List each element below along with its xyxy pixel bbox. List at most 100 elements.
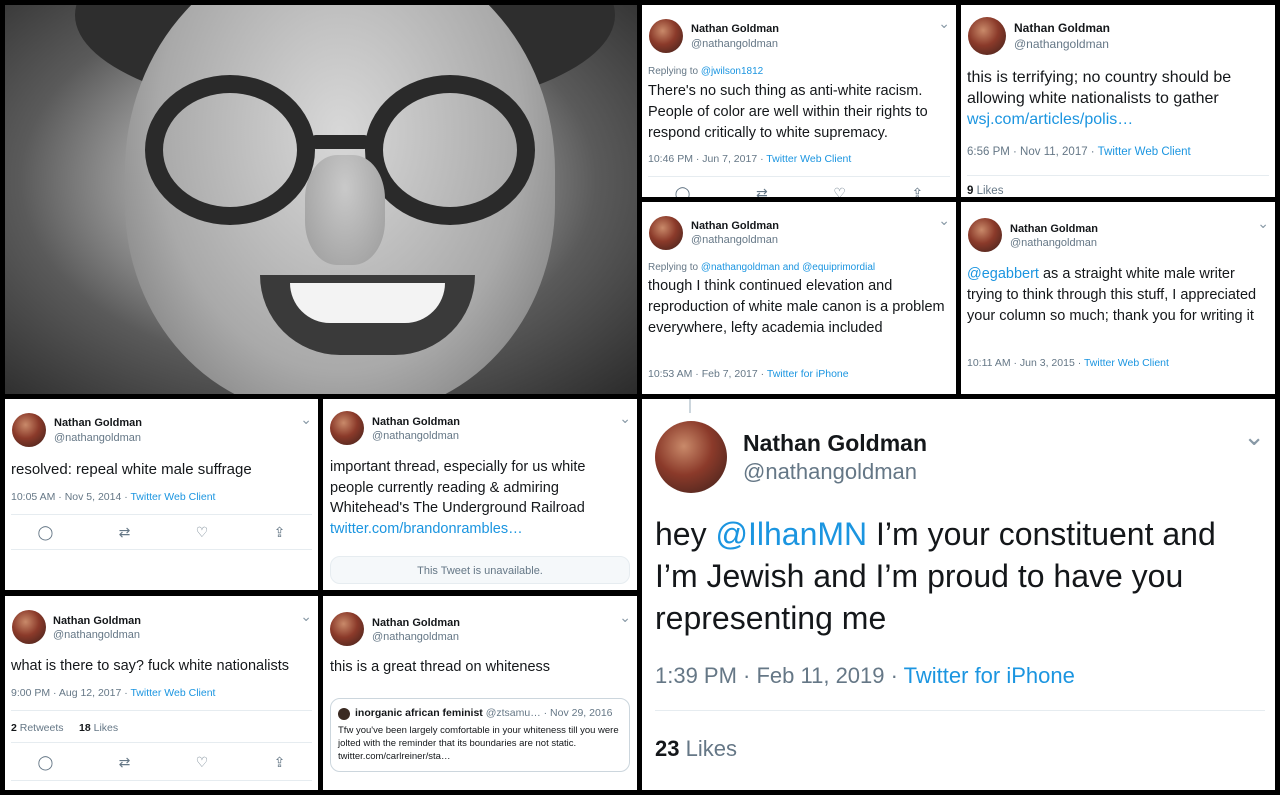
author-handle[interactable]: @nathangoldman — [691, 234, 778, 246]
author-handle[interactable]: @nathangoldman — [743, 459, 917, 485]
mention-link[interactable]: @IlhanMN — [715, 516, 867, 552]
mention-link[interactable]: @egabbert — [967, 266, 1039, 282]
divider — [11, 710, 312, 711]
author-handle[interactable]: @nathangoldman — [54, 432, 141, 444]
author-name[interactable]: Nathan Goldman — [54, 417, 142, 429]
tweet-text: this is terrifying; no country should be… — [967, 69, 1232, 128]
share-icon[interactable]: ⇪ — [274, 524, 286, 541]
tweet-text: @egabbert as a straight white male write… — [967, 266, 1257, 324]
tweet-source-link[interactable]: Twitter Web Client — [1098, 146, 1191, 158]
tweet-card[interactable]: Nathan Goldman @nathangoldman ⌄ Replying… — [642, 202, 956, 394]
divider — [967, 175, 1269, 176]
tweet-source-link[interactable]: Twitter for iPhone — [904, 663, 1075, 688]
chevron-down-icon[interactable]: ⌄ — [300, 411, 312, 428]
author-handle[interactable]: @nathangoldman — [372, 430, 459, 442]
author-name[interactable]: Nathan Goldman — [691, 23, 779, 35]
chevron-down-icon[interactable]: ⌄ — [300, 608, 312, 625]
author-name[interactable]: Nathan Goldman — [372, 617, 460, 629]
tweet-timestamp: 9:00 PM · Aug 12, 2017 · Twitter Web Cli… — [11, 687, 216, 699]
share-icon[interactable]: ⇪ — [274, 754, 286, 771]
avatar[interactable] — [649, 19, 683, 53]
divider — [648, 176, 950, 177]
author-name[interactable]: Nathan Goldman — [1014, 21, 1110, 35]
tweet-source-link[interactable]: Twitter Web Client — [130, 687, 215, 699]
chevron-down-icon[interactable]: ⌄ — [938, 15, 950, 32]
tweet-source-link[interactable]: Twitter Web Client — [1084, 357, 1169, 369]
retweet-icon[interactable]: ⇄ — [756, 185, 768, 197]
author-name[interactable]: Nathan Goldman — [53, 615, 141, 627]
divider — [11, 514, 312, 515]
retweet-icon[interactable]: ⇄ — [119, 754, 131, 771]
tweet-timestamp: 10:46 PM · Jun 7, 2017 · Twitter Web Cli… — [648, 153, 852, 165]
tweet-card[interactable]: Nathan Goldman @nathangoldman ⌄ hey @Ilh… — [642, 399, 1275, 790]
reply-mention-link[interactable]: @jwilson1812 — [701, 66, 763, 77]
author-handle[interactable]: @nathangoldman — [372, 631, 459, 643]
chevron-down-icon[interactable]: ⌄ — [619, 609, 631, 626]
chevron-down-icon[interactable]: ⌄ — [1243, 421, 1265, 452]
tweet-card[interactable]: Nathan Goldman @nathangoldman this is te… — [961, 5, 1275, 197]
tweet-card[interactable]: Nathan Goldman @nathangoldman ⌄ this is … — [323, 596, 637, 790]
reply-icon[interactable]: ◯ — [38, 754, 54, 771]
reply-icon[interactable]: ◯ — [675, 185, 691, 197]
tweet-actions: ◯ ⇄ ♡ ⇪ — [5, 524, 318, 541]
chevron-down-icon[interactable]: ⌄ — [938, 212, 950, 229]
tweet-text: what is there to say? fuck white nationa… — [11, 658, 290, 674]
author-name[interactable]: Nathan Goldman — [743, 430, 927, 457]
quoted-author-name[interactable]: inorganic african feminist — [355, 707, 483, 719]
profile-photo — [5, 5, 637, 394]
author-name[interactable]: Nathan Goldman — [372, 416, 460, 428]
thread-line — [689, 399, 691, 413]
tweet-card[interactable]: Nathan Goldman @nathangoldman ⌄ importan… — [323, 399, 637, 590]
tweet-text: important thread, especially for us whit… — [330, 459, 586, 537]
avatar[interactable] — [330, 612, 364, 646]
author-handle[interactable]: @nathangoldman — [1010, 237, 1097, 249]
retweets-count[interactable]: 2 Retweets — [11, 722, 64, 734]
likes-count[interactable]: 9 Likes — [967, 185, 1003, 197]
unavailable-tweet-notice: This Tweet is unavailable. — [330, 556, 630, 584]
tweet-link[interactable]: wsj.com/articles/polis… — [967, 111, 1133, 128]
tweet-timestamp: 1:39 PM · Feb 11, 2019 · Twitter for iPh… — [655, 663, 1075, 688]
avatar[interactable] — [12, 610, 46, 644]
author-handle[interactable]: @nathangoldman — [691, 38, 778, 50]
likes-count[interactable]: 18 Likes — [79, 722, 118, 734]
replying-to: Replying to @nathangoldman and @equiprim… — [648, 262, 876, 273]
replying-to: Replying to @jwilson1812 — [648, 66, 764, 77]
chevron-down-icon[interactable]: ⌄ — [619, 410, 631, 427]
tweet-card[interactable]: Nathan Goldman @nathangoldman ⌄ Replying… — [642, 5, 956, 197]
tweet-card[interactable]: Nathan Goldman @nathangoldman ⌄ @egabber… — [961, 202, 1275, 394]
tweet-timestamp: 6:56 PM · Nov 11, 2017 · Twitter Web Cli… — [967, 146, 1191, 158]
tweet-timestamp: 10:05 AM · Nov 5, 2014 · Twitter Web Cli… — [11, 491, 216, 503]
chevron-down-icon[interactable]: ⌄ — [1257, 215, 1269, 232]
author-handle[interactable]: @nathangoldman — [1014, 37, 1109, 51]
divider — [11, 742, 312, 743]
tweet-source-link[interactable]: Twitter Web Client — [130, 491, 215, 503]
tweet-source-link[interactable]: Twitter Web Client — [766, 153, 851, 165]
like-icon[interactable]: ♡ — [196, 754, 209, 771]
tweet-link[interactable]: twitter.com/brandonrambles… — [330, 521, 523, 537]
avatar[interactable] — [330, 411, 364, 445]
divider — [655, 710, 1265, 711]
reply-icon[interactable]: ◯ — [38, 524, 54, 541]
quoted-tweet[interactable]: inorganic african feminist @ztsamu… · No… — [330, 698, 630, 772]
like-icon[interactable]: ♡ — [196, 524, 209, 541]
avatar[interactable] — [649, 216, 683, 250]
quoted-header: inorganic african feminist @ztsamu… · No… — [355, 707, 613, 719]
avatar[interactable] — [968, 17, 1006, 55]
tweet-text: though I think continued elevation and r… — [648, 278, 945, 336]
avatar[interactable] — [655, 421, 727, 493]
tweet-card[interactable]: Nathan Goldman @nathangoldman ⌄ resolved… — [5, 399, 318, 590]
share-icon[interactable]: ⇪ — [911, 185, 923, 197]
avatar[interactable] — [12, 413, 46, 447]
author-name[interactable]: Nathan Goldman — [691, 220, 779, 232]
retweet-icon[interactable]: ⇄ — [119, 524, 131, 541]
avatar[interactable] — [968, 218, 1002, 252]
quoted-avatar[interactable] — [338, 708, 350, 720]
quoted-author-handle[interactable]: @ztsamu… — [483, 707, 541, 719]
tweet-source-link[interactable]: Twitter for iPhone — [767, 368, 849, 380]
author-handle[interactable]: @nathangoldman — [53, 629, 140, 641]
author-name[interactable]: Nathan Goldman — [1010, 223, 1098, 235]
tweet-card[interactable]: Nathan Goldman @nathangoldman ⌄ what is … — [5, 596, 318, 790]
like-icon[interactable]: ♡ — [833, 185, 846, 197]
reply-mention-link[interactable]: @nathangoldman and @equiprimordial — [701, 262, 875, 273]
likes-count[interactable]: 23 Likes — [655, 736, 737, 762]
